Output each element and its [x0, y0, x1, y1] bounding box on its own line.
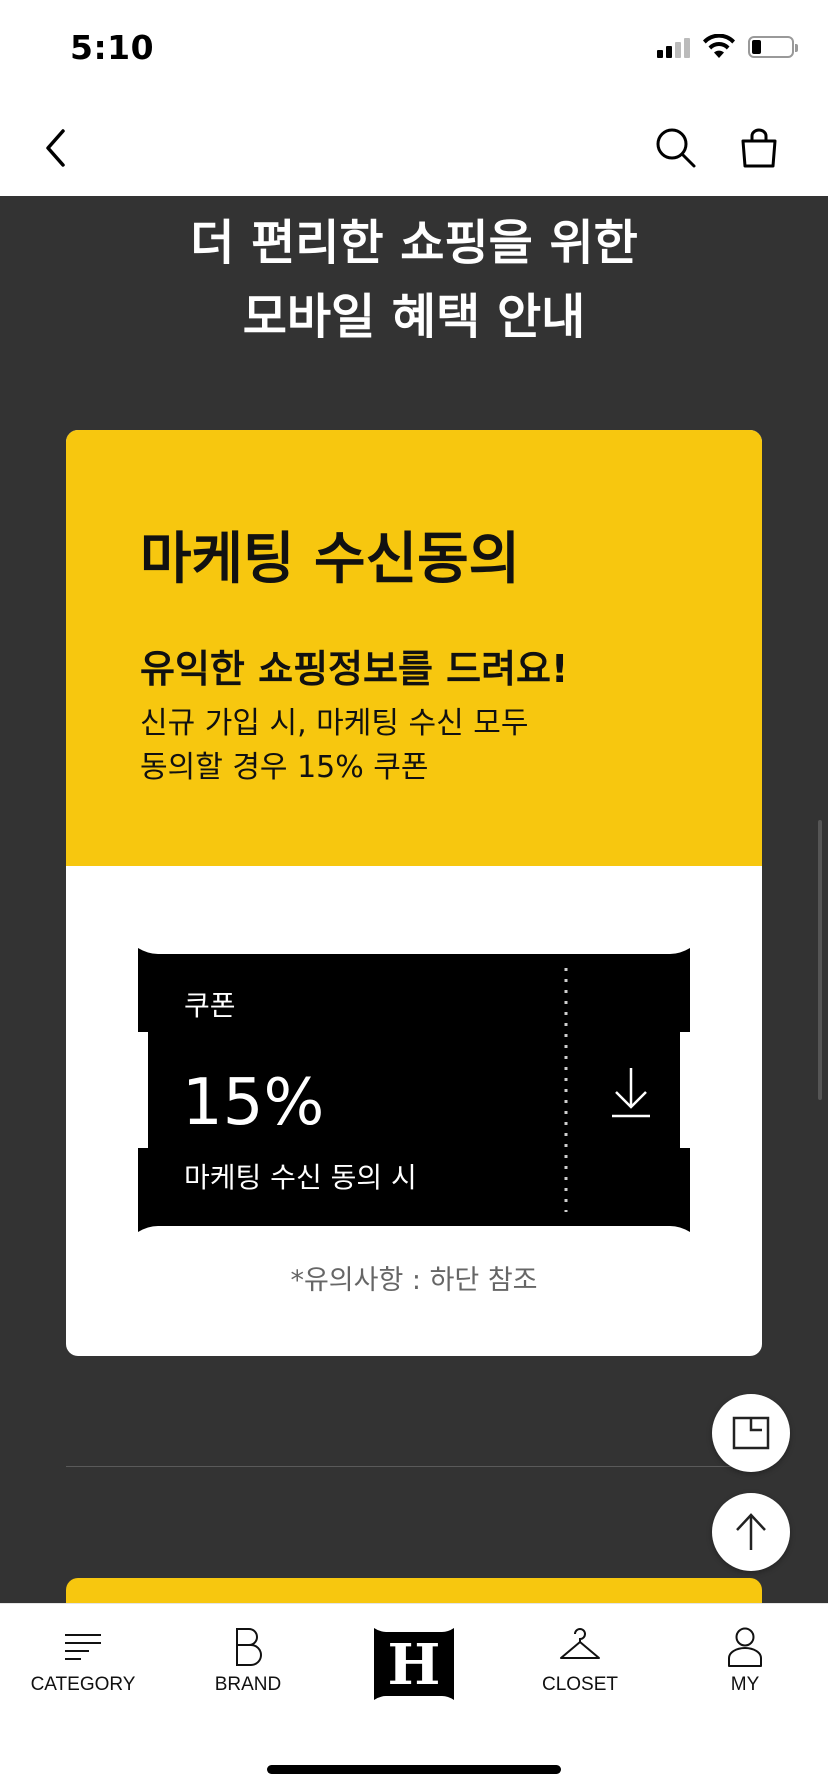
scroll-to-top-button[interactable] [712, 1493, 790, 1571]
hanger-icon [560, 1628, 600, 1659]
card-subtitle: 유익한 쇼핑정보를 드려요! [140, 647, 569, 691]
app-screen: 5:10 더 편리한 쇼핑을 위한 모바일 혜택 안내 마케팅 수신동의 유익한… [0, 0, 828, 1792]
bottom-tab-bar: CATEGORY BRAND H CLOSET MY [0, 1603, 828, 1792]
shopping-bag-icon [741, 128, 777, 168]
svg-text:H: H [388, 1632, 441, 1698]
tab-label: MY [730, 1674, 760, 1695]
coupon-discount-value: 15% [182, 1066, 325, 1140]
page-headline: 더 편리한 쇼핑을 위한 모바일 혜택 안내 [0, 206, 828, 354]
brand-icon [236, 1628, 262, 1666]
tab-label: CLOSET [541, 1674, 619, 1695]
card-header-panel: 마케팅 수신동의 유익한 쇼핑정보를 드려요! 신규 가입 시, 마케팅 수신 … [66, 430, 762, 866]
card-description-line: 신규 가입 시, 마케팅 수신 모두 [140, 706, 529, 741]
tab-category[interactable]: CATEGORY [0, 1624, 166, 1704]
home-indicator [267, 1765, 561, 1774]
card-description-line: 동의할 경우 15% 쿠폰 [140, 750, 429, 785]
home-logo-icon: H [374, 1628, 454, 1700]
shopping-bag-button[interactable] [731, 120, 787, 176]
tab-closet[interactable]: CLOSET [497, 1624, 663, 1704]
nav-bar [0, 100, 828, 196]
status-icons [657, 34, 798, 60]
status-bar: 5:10 [0, 0, 828, 100]
status-time: 5:10 [70, 28, 155, 67]
recent-history-button[interactable] [712, 1394, 790, 1472]
chevron-left-icon [46, 129, 65, 167]
person-icon [728, 1627, 762, 1667]
tab-brand[interactable]: BRAND [165, 1624, 331, 1704]
battery-icon [748, 36, 798, 58]
wifi-icon [703, 34, 735, 58]
arrow-up-icon [736, 1513, 766, 1550]
tab-label: CATEGORY [30, 1674, 136, 1695]
download-icon[interactable] [608, 1066, 654, 1120]
tab-label: BRAND [214, 1674, 282, 1695]
headline-line: 모바일 혜택 안내 [242, 289, 586, 345]
headline-line: 더 편리한 쇼핑을 위한 [190, 215, 638, 271]
coupon-ticket[interactable]: 쿠폰 15% 마케팅 수신 동의 시 [138, 948, 690, 1232]
coupon-condition: 마케팅 수신 동의 시 [184, 1161, 417, 1194]
category-icon [65, 1634, 101, 1660]
recent-view-icon [732, 1416, 770, 1450]
scroll-indicator[interactable] [818, 820, 822, 1100]
tab-my[interactable]: MY [662, 1624, 828, 1704]
coupon-label: 쿠폰 [184, 989, 236, 1022]
card-title: 마케팅 수신동의 [140, 527, 521, 592]
card-note: *유의사항 : 하단 참조 [290, 1265, 538, 1296]
back-button[interactable] [28, 120, 84, 176]
search-icon [656, 128, 696, 168]
cellular-signal-icon [657, 36, 690, 58]
marketing-consent-card: 마케팅 수신동의 유익한 쇼핑정보를 드려요! 신규 가입 시, 마케팅 수신 … [66, 430, 762, 1356]
tab-home[interactable]: H [331, 1624, 497, 1704]
card-description: 신규 가입 시, 마케팅 수신 모두 동의할 경우 15% 쿠폰 [140, 702, 528, 790]
search-button[interactable] [648, 120, 704, 176]
section-divider [66, 1466, 746, 1467]
